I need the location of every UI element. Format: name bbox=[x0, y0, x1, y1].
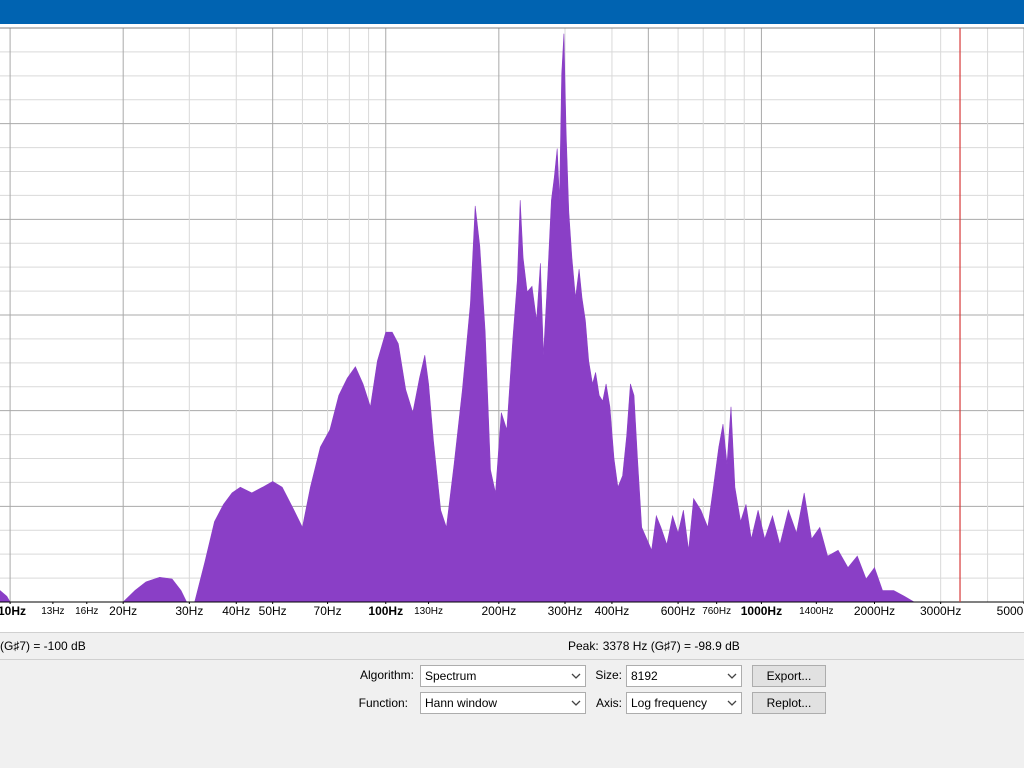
peak-value: 3378 Hz (G♯7) = -98.9 dB bbox=[602, 639, 740, 653]
function-select[interactable]: Hann window bbox=[420, 692, 586, 714]
controls-panel: Algorithm: Spectrum Function: Hann windo… bbox=[0, 660, 1024, 768]
axis-select[interactable]: Log frequency bbox=[626, 692, 742, 714]
axis-label: Axis: bbox=[595, 696, 622, 710]
size-label: Size: bbox=[595, 668, 622, 682]
algorithm-select[interactable]: Spectrum bbox=[420, 665, 586, 687]
spectrum-area bbox=[0, 33, 1024, 603]
spectrum-plot[interactable]: 10Hz 13Hz 16Hz 20Hz 30Hz 40Hz 50Hz 70Hz 100Hz 130… bbox=[0, 24, 1024, 632]
size-select[interactable]: 8192 bbox=[626, 665, 742, 687]
x-tick-label: 100Hz bbox=[368, 604, 404, 618]
chevron-down-icon bbox=[571, 700, 581, 706]
x-tick-label: 5000 bbox=[996, 604, 1024, 618]
size-value: 8192 bbox=[631, 669, 658, 683]
x-tick-label: 13Hz bbox=[41, 606, 65, 617]
x-tick-label: 50Hz bbox=[258, 604, 287, 618]
x-tick-label: 130Hz bbox=[414, 606, 444, 617]
spectrum-chart[interactable] bbox=[0, 24, 1024, 604]
algorithm-label: Algorithm: bbox=[359, 668, 414, 682]
x-tick-label: 1400Hz bbox=[799, 606, 834, 617]
cursor-readout: (G♯7) = -100 dB bbox=[0, 639, 86, 653]
algorithm-value: Spectrum bbox=[425, 669, 477, 683]
chevron-down-icon bbox=[727, 673, 737, 679]
x-tick-label: 70Hz bbox=[313, 604, 342, 618]
function-value: Hann window bbox=[425, 696, 498, 710]
x-tick-label: 20Hz bbox=[109, 604, 138, 618]
x-tick-label: 760Hz bbox=[702, 606, 732, 617]
window-title-bar bbox=[0, 0, 1024, 24]
frequency-axis: 10Hz 13Hz 16Hz 20Hz 30Hz 40Hz 50Hz 70Hz 100Hz 130… bbox=[0, 604, 1024, 626]
x-tick-label: 10Hz bbox=[0, 604, 27, 618]
readout-bar: (G♯7) = -100 dB Peak: 3378 Hz (G♯7) = -98… bbox=[0, 632, 1024, 660]
chevron-down-icon bbox=[727, 700, 737, 706]
x-tick-label: 30Hz bbox=[175, 604, 204, 618]
x-tick-label: 40Hz bbox=[222, 604, 251, 618]
axis-value: Log frequency bbox=[631, 696, 708, 710]
x-tick-label: 2000Hz bbox=[853, 604, 896, 618]
x-tick-label: 400Hz bbox=[594, 604, 630, 618]
x-tick-label: 3000Hz bbox=[919, 604, 962, 618]
peak-label: Peak: bbox=[568, 639, 599, 653]
export-button[interactable]: Export... bbox=[752, 665, 826, 687]
chevron-down-icon bbox=[571, 673, 581, 679]
x-tick-label: 16Hz bbox=[75, 606, 99, 617]
x-tick-label: 300Hz bbox=[547, 604, 583, 618]
replot-button[interactable]: Replot... bbox=[752, 692, 826, 714]
x-tick-label: 1000Hz bbox=[740, 604, 783, 618]
x-tick-label: 200Hz bbox=[481, 604, 517, 618]
peak-readout: Peak: 3378 Hz (G♯7) = -98.9 dB bbox=[568, 639, 740, 653]
function-label: Function: bbox=[358, 696, 408, 710]
x-tick-label: 600Hz bbox=[660, 604, 696, 618]
